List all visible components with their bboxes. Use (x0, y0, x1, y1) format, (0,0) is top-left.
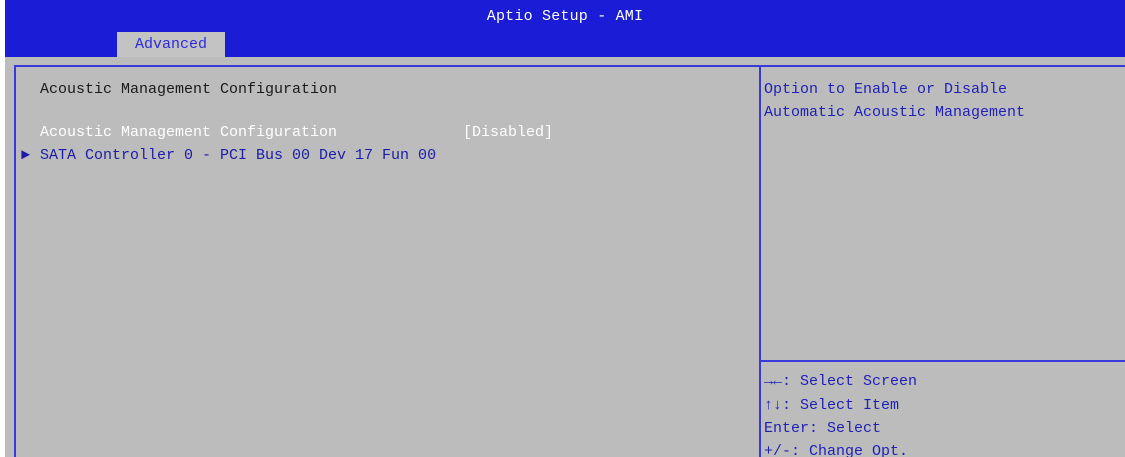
main-panel: Acoustic Management Configuration Acoust… (5, 57, 1125, 457)
key-hint-select-screen: →←: Select Screen (764, 373, 918, 390)
help-section-separator (761, 360, 1125, 362)
key-hint-enter-select: Enter: Select (764, 420, 882, 437)
section-heading: Acoustic Management Configuration (40, 81, 338, 98)
submenu-arrow-icon: ► (21, 147, 31, 164)
acoustic-management-setting-value[interactable]: [Disabled] (463, 124, 553, 142)
help-text-line: Automatic Acoustic Management (764, 104, 1026, 121)
key-hint-select-item: ↑↓: Select Item (764, 397, 900, 414)
header-bar: Aptio Setup - AMI Advanced (5, 0, 1125, 57)
key-hint-change-option: +/-: Change Opt. (764, 443, 909, 457)
setup-title: Aptio Setup - AMI (486, 8, 644, 25)
help-text-line: Option to Enable or Disable (764, 81, 1008, 98)
submenu-label: SATA Controller 0 - PCI Bus 00 Dev 17 Fu… (40, 147, 437, 164)
bios-setup-screen: Aptio Setup - AMI Advanced Acoustic Mana… (0, 0, 1125, 457)
help-panel-divider (759, 65, 761, 457)
tab-advanced[interactable]: Advanced (117, 32, 225, 57)
frame-top-border (14, 65, 1125, 67)
acoustic-management-setting-label[interactable]: Acoustic Management Configuration (40, 124, 337, 142)
submenu-sata-controller-0[interactable]: ► SATA Controller 0 - PCI Bus 00 Dev 17 F… (21, 147, 436, 165)
frame-left-border (14, 65, 16, 457)
